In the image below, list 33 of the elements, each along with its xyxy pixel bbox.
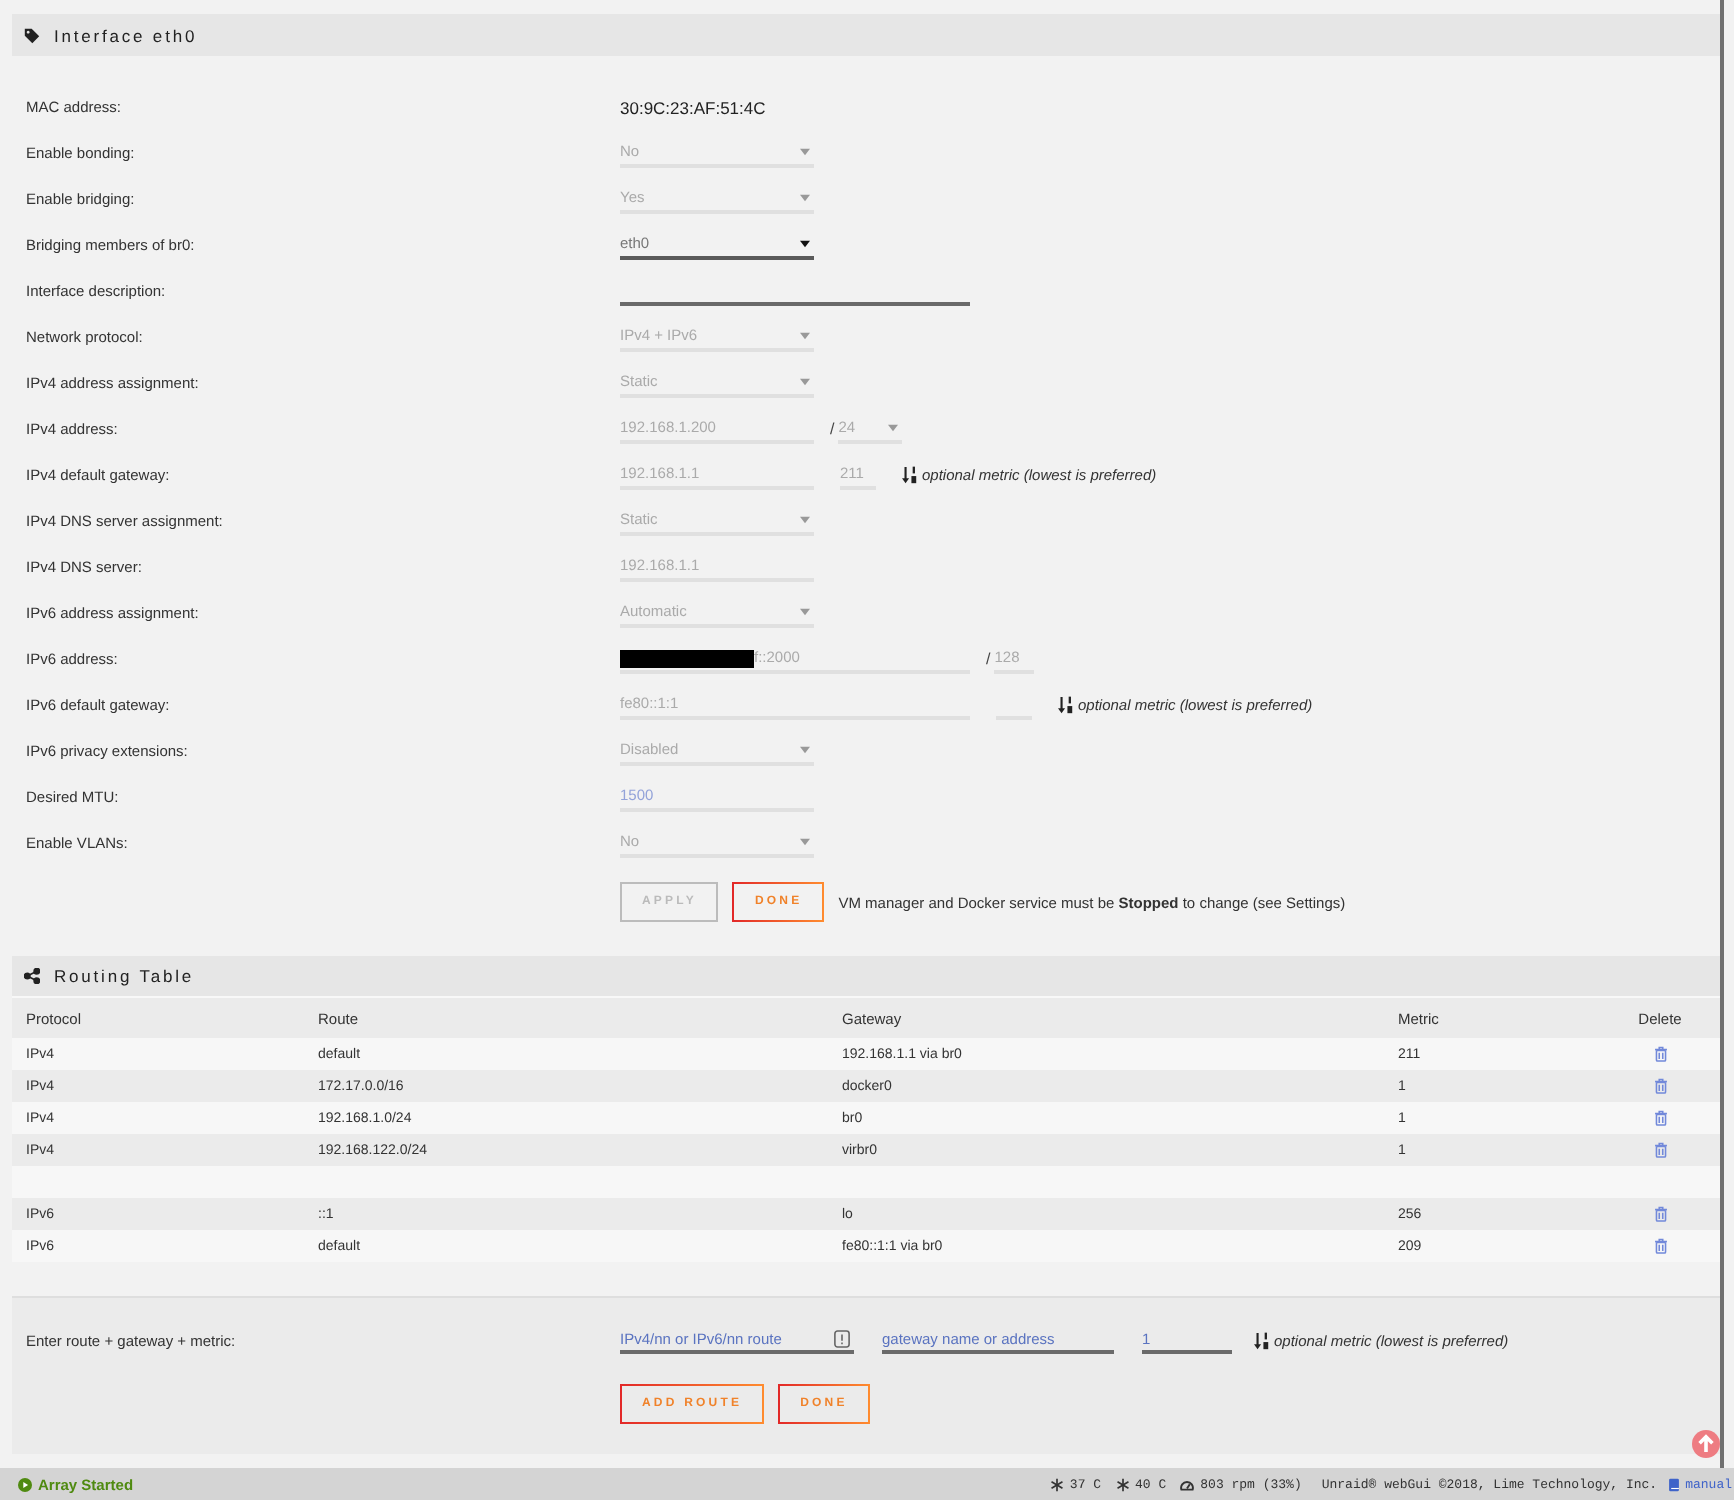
trash-icon[interactable] <box>1653 1046 1667 1062</box>
caret-icon <box>800 193 810 201</box>
section-title: Interface eth0 <box>54 25 198 45</box>
book-icon <box>1667 1477 1680 1491</box>
caret-icon <box>800 377 810 385</box>
tag-icon <box>24 27 40 43</box>
play-circle-icon <box>18 1477 32 1491</box>
sort-icon <box>1254 1331 1270 1349</box>
scroll-top-button[interactable] <box>1692 1430 1720 1458</box>
caret-icon <box>800 745 810 753</box>
caret-icon <box>800 607 810 615</box>
trash-icon[interactable] <box>1653 1206 1667 1222</box>
sort-icon <box>902 466 918 484</box>
trash-icon[interactable] <box>1653 1142 1667 1158</box>
caret-icon <box>800 515 810 523</box>
sort-icon <box>1058 696 1074 714</box>
share-icon <box>24 968 40 984</box>
exclamation-square-icon <box>834 1330 850 1348</box>
prefix-separator: / <box>830 420 835 438</box>
caret-icon <box>800 837 810 845</box>
snowflake-icon <box>1115 1477 1130 1491</box>
caret-icon <box>800 239 810 247</box>
snowflake-icon <box>1049 1477 1064 1491</box>
caret-icon <box>800 147 810 155</box>
trash-icon[interactable] <box>1653 1110 1667 1126</box>
prefix-separator: / <box>986 650 991 668</box>
trash-icon[interactable] <box>1653 1238 1667 1254</box>
caret-icon <box>888 423 899 431</box>
trash-icon[interactable] <box>1653 1078 1667 1094</box>
mac-address-value: 30:9C:23:AF:51:4C <box>620 97 766 117</box>
section-title: Routing Table <box>54 966 195 986</box>
caret-icon <box>800 331 810 339</box>
gauge-icon <box>1180 1477 1195 1491</box>
